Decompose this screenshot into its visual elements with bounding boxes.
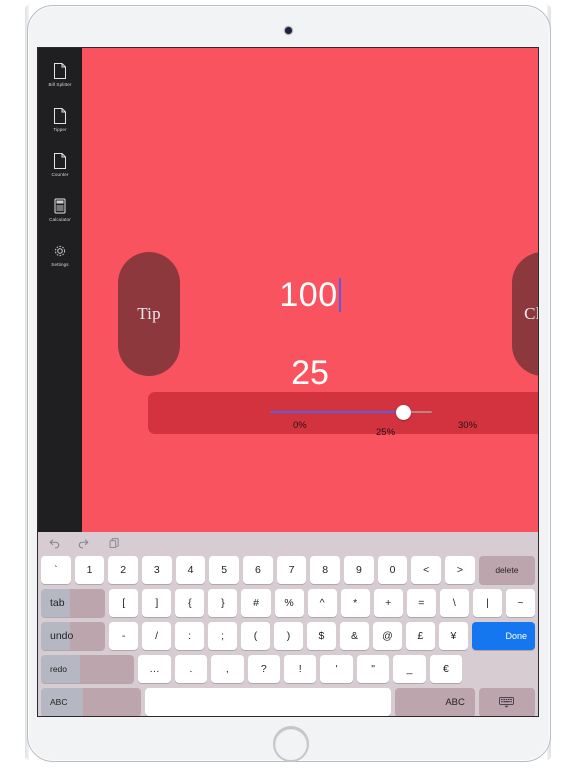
device-screen: Bill Splitter Tipper Counter Calculator …	[38, 48, 538, 716]
slider-current-label: 25%	[376, 427, 396, 438]
key-paren-left[interactable]: (	[241, 622, 270, 650]
amount-input-value: 100	[279, 276, 338, 314]
key-hyphen[interactable]: -	[109, 622, 139, 650]
key-redo[interactable]: redo	[41, 655, 135, 683]
keyboard-row-1: ` 1 2 3 4 5 6 7 8 9 0 < > delete	[38, 555, 538, 585]
key-3[interactable]: 3	[142, 556, 172, 584]
key-dollar[interactable]: $	[306, 622, 336, 650]
front-camera-icon	[285, 27, 292, 34]
key-tilde[interactable]: ~	[505, 589, 536, 617]
key-comma[interactable]: ,	[211, 655, 244, 683]
key-brace-right[interactable]: }	[208, 589, 238, 617]
key-5[interactable]: 5	[209, 556, 240, 584]
key-semicolon[interactable]: ;	[208, 622, 238, 650]
sidebar-item-tipper[interactable]: Tipper	[38, 101, 82, 139]
key-percent[interactable]: %	[274, 589, 304, 617]
slider-track-fill	[270, 411, 404, 413]
key-backtick[interactable]: `	[41, 556, 71, 584]
key-7[interactable]: 7	[276, 556, 307, 584]
key-paren-right[interactable]: )	[274, 622, 303, 650]
key-4[interactable]: 4	[175, 556, 206, 584]
keyboard-toolbar	[38, 532, 538, 555]
page-icon	[54, 153, 66, 170]
keyboard-row-2: tab [ ] { } # % ^ * + = \ | ~	[38, 588, 538, 618]
key-pipe[interactable]: |	[472, 589, 502, 617]
keyboard-row4-spacer	[466, 655, 498, 683]
text-caret	[338, 278, 341, 312]
app-sidebar: Bill Splitter Tipper Counter Calculator …	[38, 48, 82, 532]
key-ellipsis[interactable]: …	[138, 655, 171, 683]
tip-result-value: 25	[291, 354, 329, 392]
key-exclamation[interactable]: !	[284, 655, 317, 683]
key-less-than[interactable]: <	[411, 556, 442, 584]
main-content-panel: Tip Clear 100 25 0% 25% 30%	[82, 48, 538, 532]
sidebar-item-label: Calculator	[49, 217, 71, 223]
keyboard-row4-spacer-2	[503, 655, 535, 683]
key-0[interactable]: 0	[377, 556, 408, 584]
key-plus[interactable]: +	[373, 589, 403, 617]
key-9[interactable]: 9	[344, 556, 374, 584]
paste-icon[interactable]	[106, 536, 122, 552]
slider-min-label: 0%	[293, 420, 307, 431]
screenshot-root: Bill Splitter Tipper Counter Calculator …	[0, 0, 576, 768]
sidebar-item-counter[interactable]: Counter	[38, 146, 82, 184]
key-bracket-left[interactable]: [	[109, 589, 139, 617]
key-abc-left[interactable]: ABC	[41, 688, 142, 716]
home-button[interactable]	[273, 726, 309, 762]
slider-max-label: 30%	[458, 420, 478, 431]
tip-percent-slider-card: 0% 25% 30%	[148, 392, 538, 438]
key-hash[interactable]: #	[241, 589, 271, 617]
key-asterisk[interactable]: *	[340, 589, 370, 617]
key-yen[interactable]: ¥	[438, 622, 468, 650]
sidebar-item-label: Tipper	[53, 127, 67, 133]
sidebar-item-settings[interactable]: Settings	[38, 236, 82, 274]
key-brace-left[interactable]: {	[175, 589, 205, 617]
key-tab[interactable]: tab	[41, 589, 106, 617]
sidebar-item-bill-splitter[interactable]: Bill Splitter	[38, 56, 82, 94]
key-backslash[interactable]: \	[439, 589, 469, 617]
page-icon	[54, 108, 66, 125]
key-abc-right[interactable]: ABC	[394, 688, 475, 716]
key-pound[interactable]: £	[405, 622, 435, 650]
key-1[interactable]: 1	[74, 556, 105, 584]
key-slash[interactable]: /	[142, 622, 172, 650]
key-question[interactable]: ?	[247, 655, 280, 683]
key-colon[interactable]: :	[175, 622, 205, 650]
gear-icon	[54, 246, 66, 257]
sidebar-item-calculator[interactable]: Calculator	[38, 191, 82, 229]
redo-icon[interactable]	[76, 536, 92, 552]
key-done[interactable]: Done	[471, 622, 535, 650]
key-euro[interactable]: €	[429, 655, 463, 683]
key-underscore[interactable]: _	[393, 655, 426, 683]
key-quote[interactable]: "	[356, 655, 390, 683]
sidebar-item-label: Counter	[51, 172, 69, 178]
key-ampersand[interactable]: &	[339, 622, 369, 650]
page-icon	[54, 63, 66, 80]
sidebar-item-label: Bill Splitter	[48, 82, 72, 88]
undo-icon[interactable]	[46, 536, 62, 552]
key-6[interactable]: 6	[243, 556, 273, 584]
tip-percent-slider[interactable]	[270, 403, 432, 421]
key-8[interactable]: 8	[310, 556, 341, 584]
key-2[interactable]: 2	[108, 556, 139, 584]
key-undo[interactable]: undo	[41, 622, 106, 650]
amount-input-row[interactable]: 100	[82, 278, 538, 312]
keyboard-row-4: redo … . , ? ! ' " _ €	[38, 654, 538, 684]
sidebar-item-label: Settings	[51, 262, 69, 268]
key-greater-than[interactable]: >	[445, 556, 475, 584]
on-screen-keyboard: ` 1 2 3 4 5 6 7 8 9 0 < > delete tab [ ]…	[38, 532, 538, 716]
key-apostrophe[interactable]: '	[320, 655, 353, 683]
slider-thumb[interactable]	[396, 405, 411, 420]
key-caret[interactable]: ^	[307, 589, 337, 617]
keyboard-dismiss-icon[interactable]	[478, 688, 536, 716]
key-bracket-right[interactable]: ]	[142, 589, 172, 617]
keyboard-row-3: undo - / : ; ( ) $ & @ £ ¥ Done	[38, 621, 538, 651]
key-at[interactable]: @	[372, 622, 402, 650]
calculator-icon	[54, 198, 66, 214]
key-equals[interactable]: =	[406, 589, 436, 617]
keyboard-row-5: ABC ABC	[38, 687, 538, 716]
key-space[interactable]	[145, 688, 391, 716]
key-period[interactable]: .	[174, 655, 208, 683]
key-delete[interactable]: delete	[478, 556, 536, 584]
